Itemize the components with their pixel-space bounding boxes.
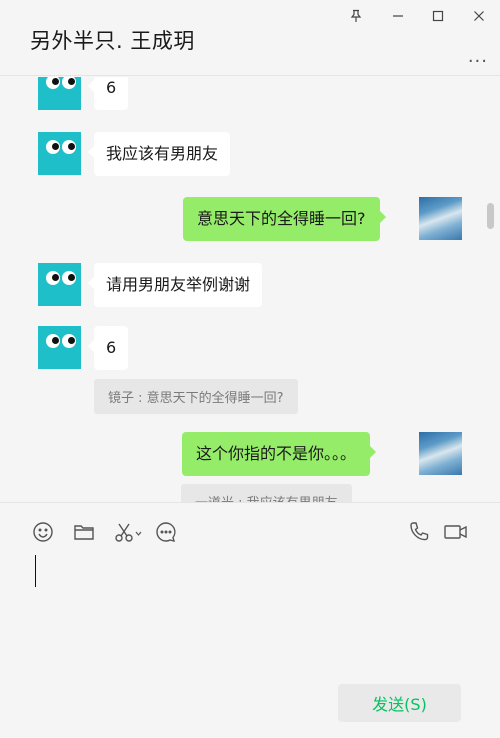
minimize-icon[interactable] (387, 6, 409, 26)
scrollbar-thumb[interactable] (487, 203, 494, 229)
contact-avatar[interactable] (38, 77, 81, 110)
folder-icon[interactable] (73, 521, 95, 543)
contact-avatar[interactable] (38, 326, 81, 369)
scissors-icon[interactable] (114, 521, 144, 543)
send-button[interactable]: 发送(S) (338, 684, 461, 722)
pin-icon[interactable] (345, 6, 367, 26)
maximize-icon[interactable] (427, 6, 449, 26)
my-avatar[interactable] (419, 197, 462, 240)
emoji-icon[interactable] (32, 521, 54, 543)
quoted-reply[interactable]: 一道光 : 我应该有男朋友 (181, 484, 352, 502)
video-icon[interactable] (443, 521, 469, 543)
phone-icon[interactable] (408, 521, 430, 543)
close-icon[interactable] (468, 6, 490, 26)
message-input[interactable] (35, 555, 36, 587)
title-bar: 另外半只. 王成玥 ... (0, 0, 500, 76)
message-list[interactable]: 6 我应该有男朋友 意思天下的全得睡一回? 请用男朋友举例谢谢 6 镜子 : 意… (0, 77, 500, 502)
chat-history-icon[interactable] (155, 521, 177, 543)
contact-avatar[interactable] (38, 132, 81, 175)
input-area: 发送(S) (0, 502, 500, 738)
message-bubble-incoming[interactable]: 6 (87, 77, 129, 110)
message-bubble-incoming[interactable]: 我应该有男朋友 (87, 132, 231, 176)
chat-title: 另外半只. 王成玥 (30, 29, 195, 53)
contact-avatar[interactable] (38, 263, 81, 306)
message-bubble-incoming[interactable]: 6 (87, 326, 129, 370)
message-bubble-incoming[interactable]: 请用男朋友举例谢谢 (87, 263, 263, 307)
message-bubble-outgoing[interactable]: 意思天下的全得睡一回? (183, 197, 385, 241)
my-avatar[interactable] (419, 432, 462, 475)
quoted-reply[interactable]: 镜子 : 意思天下的全得睡一回? (94, 379, 298, 414)
more-options-button[interactable]: ... (468, 46, 488, 67)
message-bubble-outgoing[interactable]: 这个你指的不是你。。。 (182, 432, 377, 476)
